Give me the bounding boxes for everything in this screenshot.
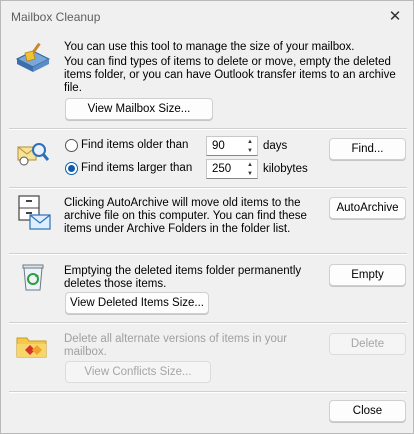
conflict-folder-icon <box>16 337 47 358</box>
broom-mailbox-icon <box>15 42 51 72</box>
title-bar: Mailbox Cleanup ✕ <box>1 1 413 33</box>
stepper-up-icon[interactable]: ▲ <box>243 160 257 169</box>
find-button[interactable]: Find... <box>329 138 406 160</box>
section-divider <box>9 128 407 130</box>
view-mailbox-size-button[interactable]: View Mailbox Size... <box>65 98 213 120</box>
view-conflicts-size-button[interactable]: View Conflicts Size... <box>65 361 211 383</box>
find-items-icon <box>17 143 49 166</box>
window-title: Mailbox Cleanup <box>11 10 101 24</box>
larger-kb-stepper[interactable]: 250 ▲ ▼ <box>206 159 258 179</box>
find-larger-label: Find items larger than <box>81 162 193 174</box>
mailbox-cleanup-dialog: Mailbox Cleanup ✕ You can use this tool … <box>0 0 414 434</box>
older-unit-label: days <box>263 140 288 152</box>
empty-button[interactable]: Empty <box>329 264 406 286</box>
deleted-items-description: Emptying the deleted items folder perman… <box>64 265 302 290</box>
mailbox-description-text: You can find types of items to delete or… <box>64 56 396 94</box>
older-days-value: 90 <box>212 140 225 152</box>
view-deleted-items-size-button[interactable]: View Deleted Items Size... <box>65 292 209 314</box>
delete-conflicts-button[interactable]: Delete <box>329 333 406 355</box>
autoarchive-button[interactable]: AutoArchive <box>329 197 406 219</box>
stepper-down-icon[interactable]: ▼ <box>243 146 257 155</box>
stepper-down-icon[interactable]: ▼ <box>243 169 257 178</box>
section-divider <box>9 187 407 189</box>
mailbox-intro-text: You can use this tool to manage the size… <box>64 41 355 53</box>
section-divider <box>9 253 407 255</box>
close-button[interactable]: Close <box>329 400 406 422</box>
recycle-bin-icon <box>22 264 44 291</box>
find-older-radio[interactable] <box>65 139 78 152</box>
section-divider <box>9 391 407 393</box>
find-older-label: Find items older than <box>81 139 189 151</box>
section-divider <box>9 322 407 324</box>
find-larger-radio[interactable] <box>65 162 78 175</box>
close-icon[interactable]: ✕ <box>381 3 409 29</box>
larger-kb-value: 250 <box>212 163 232 175</box>
stepper-up-icon[interactable]: ▲ <box>243 137 257 146</box>
older-days-stepper[interactable]: 90 ▲ ▼ <box>206 136 258 156</box>
larger-unit-label: kilobytes <box>263 163 308 175</box>
conflicts-description: Delete all alternate versions of items i… <box>64 333 288 358</box>
autoarchive-description: Clicking AutoArchive will move old items… <box>64 197 307 235</box>
archive-cabinet-icon <box>18 195 51 230</box>
